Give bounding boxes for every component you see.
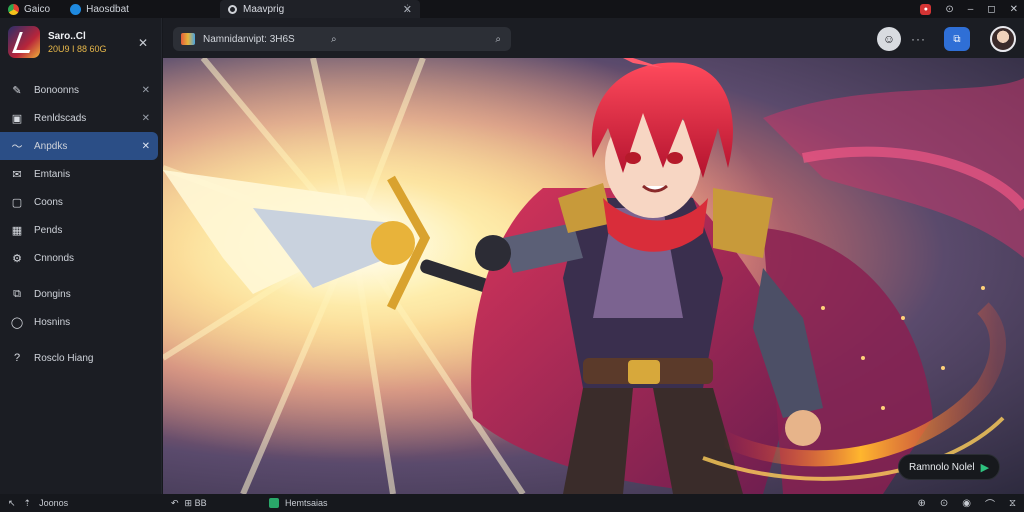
sidebar-item-label: Emtanis <box>34 168 71 180</box>
target-icon[interactable]: ⊙ <box>940 498 948 509</box>
top-toolbar: Namnidanvipt: 3H6S ⌕ ⌕ ☺ ··· ⧉ <box>163 18 1024 58</box>
status-left-label[interactable]: ⊞ BB <box>185 498 207 509</box>
tab-favicon-icon <box>228 4 237 14</box>
status-bar: ↶ ⊞ BB Hemtsaias ⊕ ⊙ ◉ ⌒ ⧖ <box>163 494 1024 512</box>
sidebar-item-1[interactable]: ✎ Bonoonns ✕ <box>0 76 162 104</box>
sidebar-item-3-active[interactable]: 〜 Anpdks ✕ <box>0 132 158 160</box>
toolbar-actions: ☺ ··· ⧉ <box>877 26 1016 52</box>
sidebar-nav: ✎ Bonoonns ✕ ▣ Renldscads ✕ 〜 Anpdks ✕ ✉… <box>0 76 162 372</box>
title-bar: Gaico Haosdbat Maavprig ✕ ⋮ ● ⊙ – ◻ ✕ <box>0 0 1024 18</box>
sidebar-item-10[interactable]: ? Rosclo Hiang <box>0 344 162 372</box>
sidebar-item-9[interactable]: ◯ Hosnins <box>0 308 162 336</box>
sidebar-item-label: Pends <box>34 224 63 236</box>
sidebar-item-label: Cnnonds <box>34 252 75 264</box>
circle-icon: ◯ <box>10 316 24 329</box>
envelope-icon: ✉ <box>12 168 22 181</box>
profile[interactable]: Saro..Cl 20U9 I 88 60G <box>8 26 107 58</box>
expand-icon[interactable]: ✕ <box>142 85 150 96</box>
edge-icon <box>70 3 82 15</box>
sidebar-item-label: Dongins <box>34 288 71 300</box>
search-text: Namnidanvipt: 3H6S <box>203 33 295 45</box>
close-button[interactable]: ✕ <box>1010 4 1018 15</box>
grid-icon: ▦ <box>11 224 23 237</box>
status-left: ↶ ⊞ BB <box>163 498 207 509</box>
chrome-icon <box>8 3 19 15</box>
browser-tab[interactable]: Maavprig ✕ <box>220 0 420 18</box>
sidebar-item-7[interactable]: ⚙ Cnnonds <box>0 244 162 272</box>
chart-icon: 〜 <box>11 141 23 153</box>
sidebar-item-label: Coons <box>34 196 63 208</box>
sidebar-item-5[interactable]: ▢ Coons <box>0 188 162 216</box>
record-icon[interactable]: ● <box>920 3 932 15</box>
undo-icon[interactable]: ↶ <box>171 498 179 509</box>
sidebar-footer: ↖ ⇡ Joonos <box>0 494 162 512</box>
back-icon[interactable]: ↖ <box>8 498 16 509</box>
footer-label[interactable]: Joonos <box>39 498 68 508</box>
artwork-illustration <box>163 58 1024 494</box>
site-logo-icon <box>181 33 195 45</box>
square-icon: ▢ <box>11 196 23 209</box>
generate-button-label: Ramnolo Nolel <box>909 461 975 473</box>
image-icon: ▣ <box>11 112 23 125</box>
expand-icon[interactable]: ✕ <box>142 113 150 124</box>
sidebar-item-8[interactable]: ⧉ Dongins <box>0 280 162 308</box>
search-bar[interactable]: Namnidanvipt: 3H6S ⌕ ⌕ <box>173 27 511 51</box>
profile-subtitle: 20U9 I 88 60G <box>48 43 107 54</box>
tab-menu-icon[interactable]: ⋮ <box>403 3 412 14</box>
window-controls: ● ⊙ – ◻ ✕ <box>920 0 1018 18</box>
sidebar-item-6[interactable]: ▦ Pends <box>0 216 162 244</box>
record-status-icon[interactable]: ◉ <box>962 498 971 509</box>
settings-icon[interactable]: ⊙ <box>945 4 953 15</box>
sheet-icon <box>269 498 279 508</box>
profile-name: Saro..Cl <box>48 30 86 42</box>
sidebar-item-label: Hosnins <box>34 316 71 328</box>
hero-artwork: Ramnolo Nolel ▶ <box>163 58 1024 494</box>
sidebar-item-label: Rosclo Hiang <box>34 352 94 364</box>
tab-label: Maavprig <box>243 3 285 15</box>
more-icon[interactable]: ··· <box>911 32 926 46</box>
settings-icon: ⚙ <box>12 252 22 265</box>
search-icon[interactable]: ⌕ <box>331 34 337 45</box>
sidebar-item-label: Anpdks <box>34 140 68 152</box>
sidebar-close-icon[interactable]: ✕ <box>138 36 148 50</box>
sidebar: Saro..Cl 20U9 I 88 60G ✕ ✎ Bonoonns ✕ ▣ … <box>0 18 162 494</box>
play-icon: ▶ <box>980 461 990 474</box>
app-logo-icon <box>8 26 40 58</box>
avatar[interactable] <box>990 26 1016 52</box>
minimize-button[interactable]: – <box>968 4 974 15</box>
app-switch-1[interactable]: Gaico <box>0 0 58 18</box>
user-icon[interactable]: ☺ <box>877 27 901 51</box>
brush-icon: ✎ <box>12 84 22 97</box>
copy-icon: ⧉ <box>13 287 21 300</box>
wifi-icon[interactable]: ⌒ <box>985 496 995 511</box>
upload-icon[interactable]: ⇡ <box>24 498 32 509</box>
app-2-label: Haosdbat <box>86 3 129 15</box>
status-mid[interactable]: Hemtsaias <box>269 498 328 508</box>
sidebar-item-4[interactable]: ✉ Emtanis <box>0 160 162 188</box>
gallery-button[interactable]: ⧉ <box>944 27 970 51</box>
sidebar-item-label: Renldscads <box>34 112 87 124</box>
maximize-button[interactable]: ◻ <box>987 4 995 15</box>
sidebar-item-2[interactable]: ▣ Renldscads ✕ <box>0 104 162 132</box>
help-icon: ? <box>13 352 21 364</box>
search-icon-secondary[interactable]: ⌕ <box>495 34 501 45</box>
timer-icon[interactable]: ⧖ <box>1009 498 1016 509</box>
app-switch-2[interactable]: Haosdbat <box>62 0 137 18</box>
zoom-icon[interactable]: ⊕ <box>917 498 925 509</box>
sidebar-item-label: Bonoonns <box>34 84 80 96</box>
generate-button[interactable]: Ramnolo Nolel ▶ <box>898 454 1001 480</box>
status-right: ⊕ ⊙ ◉ ⌒ ⧖ <box>917 496 1016 511</box>
status-mid-label: Hemtsaias <box>285 498 328 508</box>
expand-icon[interactable]: ✕ <box>142 141 150 152</box>
app-1-label: Gaico <box>24 3 51 15</box>
